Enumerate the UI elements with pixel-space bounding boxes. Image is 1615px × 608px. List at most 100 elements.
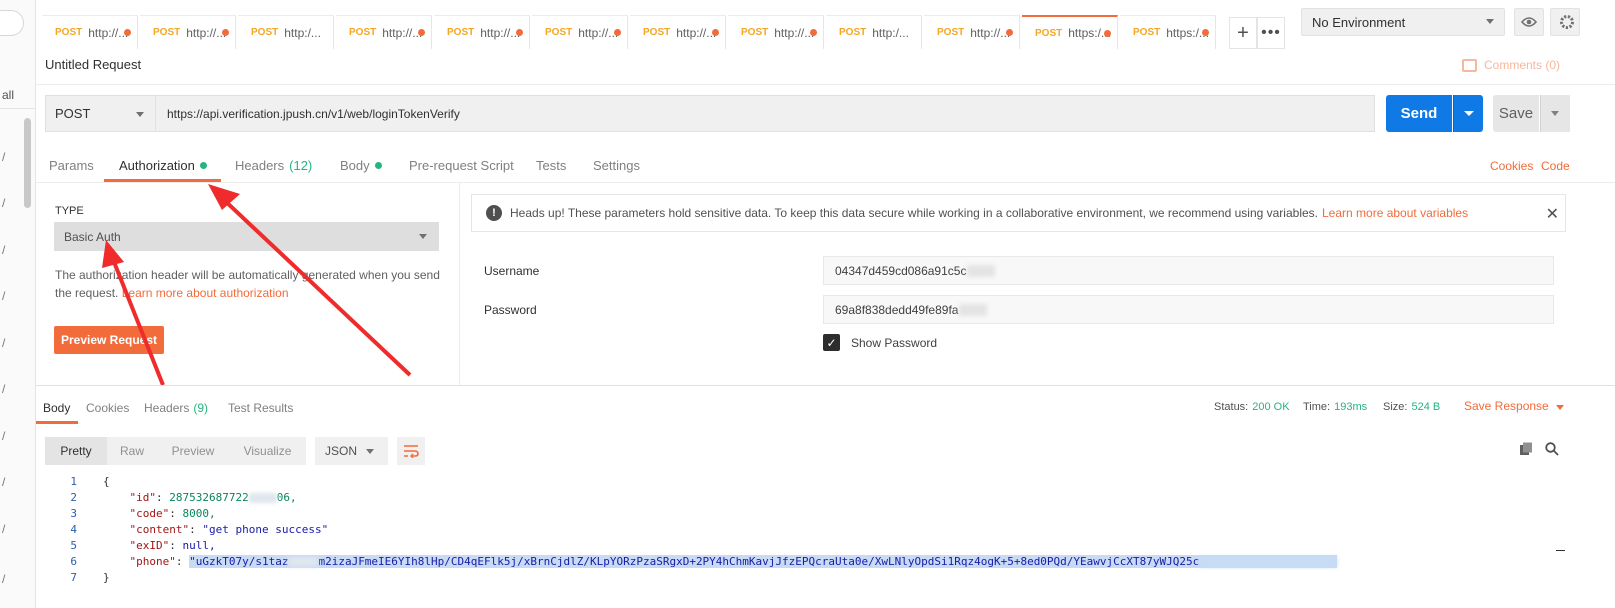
line-number: 2 — [70, 491, 77, 504]
redaction-blur — [959, 303, 988, 316]
code-line: "code": 8000, — [129, 507, 216, 520]
unsaved-dot-icon — [614, 29, 621, 36]
format-raw[interactable]: Raw — [107, 437, 157, 465]
sidebar-search-pill[interactable] — [0, 10, 24, 36]
language-select[interactable]: JSON — [315, 437, 388, 465]
sidebar-all-label[interactable]: all — [2, 88, 14, 102]
url-input[interactable]: https://api.verification.jpush.cn/v1/web… — [156, 95, 1375, 132]
tab-headers[interactable]: Headers (12) — [235, 158, 312, 173]
tab-body[interactable]: Body — [340, 158, 382, 173]
save-options-chevron-down-icon[interactable] — [1540, 95, 1570, 132]
json-key: "exID" — [129, 539, 170, 552]
tab-headers-label: Headers — [235, 158, 285, 173]
request-tab[interactable]: POST http://... — [630, 15, 726, 49]
json-value: 287532687722 — [169, 491, 249, 504]
sidebar-item[interactable]: / — [2, 572, 5, 586]
tab-settings[interactable]: Settings — [593, 158, 640, 173]
password-field[interactable]: 69a8f838dedd49fe89fa — [823, 295, 1554, 324]
status-value: 200 OK — [1252, 401, 1290, 413]
format-preview[interactable]: Preview — [157, 437, 229, 465]
request-tab[interactable]: POST http://... — [924, 15, 1020, 49]
learn-more-authorization-link[interactable]: Learn more about authorization — [122, 286, 289, 300]
request-tab[interactable]: POST http:/... — [238, 15, 334, 49]
tab-method: POST — [153, 27, 181, 38]
request-tab[interactable]: POST http://... — [42, 15, 138, 49]
preview-request-button[interactable]: Preview Request — [54, 326, 164, 354]
wrap-lines-button[interactable] — [397, 437, 425, 465]
format-pretty[interactable]: Pretty — [45, 437, 107, 465]
request-tab[interactable]: POST http:/... — [826, 15, 922, 49]
sidebar-item[interactable]: / — [2, 382, 5, 396]
json-value: "uGzkT07y/s1taz — [189, 555, 289, 568]
send-button[interactable]: Send — [1386, 95, 1452, 132]
tab-prerequest-label: Pre-request Script — [409, 158, 514, 173]
request-tab[interactable]: POST http://... — [532, 15, 628, 49]
tab-tests[interactable]: Tests — [536, 158, 566, 173]
response-format-toggle: Pretty Raw Preview Visualize — [45, 437, 306, 465]
redaction-blur — [1199, 557, 1338, 567]
close-icon[interactable]: ✕ — [1546, 204, 1559, 224]
cookies-link[interactable]: Cookies — [1490, 159, 1533, 173]
comments-label: Comments (0) — [1484, 58, 1561, 72]
response-tab-cookies[interactable]: Cookies — [86, 401, 129, 415]
environment-select[interactable]: No Environment — [1301, 8, 1505, 36]
unsaved-dot-icon — [124, 29, 131, 36]
environment-select-value: No Environment — [1312, 14, 1406, 30]
save-response-button[interactable]: Save Response — [1464, 399, 1549, 413]
learn-more-variables-link[interactable]: Learn more about variables — [1322, 206, 1468, 220]
request-tab-active[interactable]: POST https:/... — [1022, 15, 1118, 49]
show-password-label[interactable]: Show Password — [851, 336, 937, 350]
tab-authorization[interactable]: Authorization — [119, 158, 207, 173]
code-line: "exID": null, — [129, 539, 216, 552]
sidebar-item[interactable]: / — [2, 243, 5, 257]
tab-params[interactable]: Params — [49, 158, 94, 173]
request-tab[interactable]: POST http://... — [140, 15, 236, 49]
response-tab-headers[interactable]: Headers (9) — [144, 401, 208, 415]
comments-button[interactable]: Comments (0) — [1462, 58, 1560, 72]
new-tab-plus-icon[interactable]: + — [1229, 17, 1257, 49]
response-status: Status: 200 OK — [1214, 401, 1290, 413]
code-link[interactable]: Code — [1541, 159, 1570, 173]
code-line: { — [103, 475, 110, 488]
unsaved-dot-icon — [712, 29, 719, 36]
request-tab[interactable]: POST https:/... — [1120, 15, 1216, 49]
sidebar-item[interactable]: / — [2, 429, 5, 443]
sidebar-item[interactable]: / — [2, 150, 5, 164]
environment-settings-button[interactable] — [1550, 8, 1580, 36]
eye-icon — [1521, 17, 1537, 27]
request-tab[interactable]: POST http://... — [728, 15, 824, 49]
request-tab[interactable]: POST http://... — [336, 15, 432, 49]
tab-prerequest-script[interactable]: Pre-request Script — [409, 158, 514, 173]
unsaved-dot-icon — [516, 29, 523, 36]
code-line: } — [103, 571, 110, 584]
tab-method: POST — [55, 27, 83, 38]
environment-quick-look-button[interactable] — [1514, 8, 1544, 36]
save-button[interactable]: Save — [1493, 95, 1539, 132]
response-tab-cookies-label: Cookies — [86, 401, 130, 415]
annotation-arrowhead — [208, 184, 240, 210]
sidebar-item[interactable]: / — [2, 522, 5, 536]
request-tab[interactable]: POST http://... — [434, 15, 530, 49]
response-tab-test-results[interactable]: Test Results — [228, 401, 293, 415]
copy-icon[interactable] — [1519, 442, 1533, 459]
auth-type-select[interactable]: Basic Auth — [54, 222, 439, 251]
request-title[interactable]: Untitled Request — [45, 57, 141, 72]
format-visualize[interactable]: Visualize — [229, 437, 306, 465]
sidebar-item[interactable]: / — [2, 196, 5, 210]
more-tabs-ellipsis-icon[interactable]: ••• — [1257, 17, 1285, 49]
send-options-chevron-down-icon[interactable] — [1453, 95, 1483, 132]
username-field[interactable]: 04347d459cd086a91c5c — [823, 256, 1554, 285]
method-select[interactable]: POST — [45, 95, 156, 132]
search-icon[interactable] — [1545, 442, 1559, 459]
sidebar-scrollbar[interactable] — [24, 118, 31, 208]
chevron-down-icon[interactable] — [1556, 405, 1564, 410]
sidebar-item[interactable]: / — [2, 336, 5, 350]
sidebar-item[interactable]: / — [2, 289, 5, 303]
tab-body-label: Body — [340, 158, 370, 173]
tab-method: POST — [1035, 27, 1063, 39]
request-tabs: POST http://... POST http://... POST http:/… — [42, 15, 1218, 49]
notice-text: Heads up! These parameters hold sensitiv… — [510, 206, 1318, 220]
sidebar-item[interactable]: / — [2, 475, 5, 489]
response-tab-body[interactable]: Body — [43, 401, 70, 415]
show-password-checkbox[interactable]: ✓ — [823, 334, 840, 351]
